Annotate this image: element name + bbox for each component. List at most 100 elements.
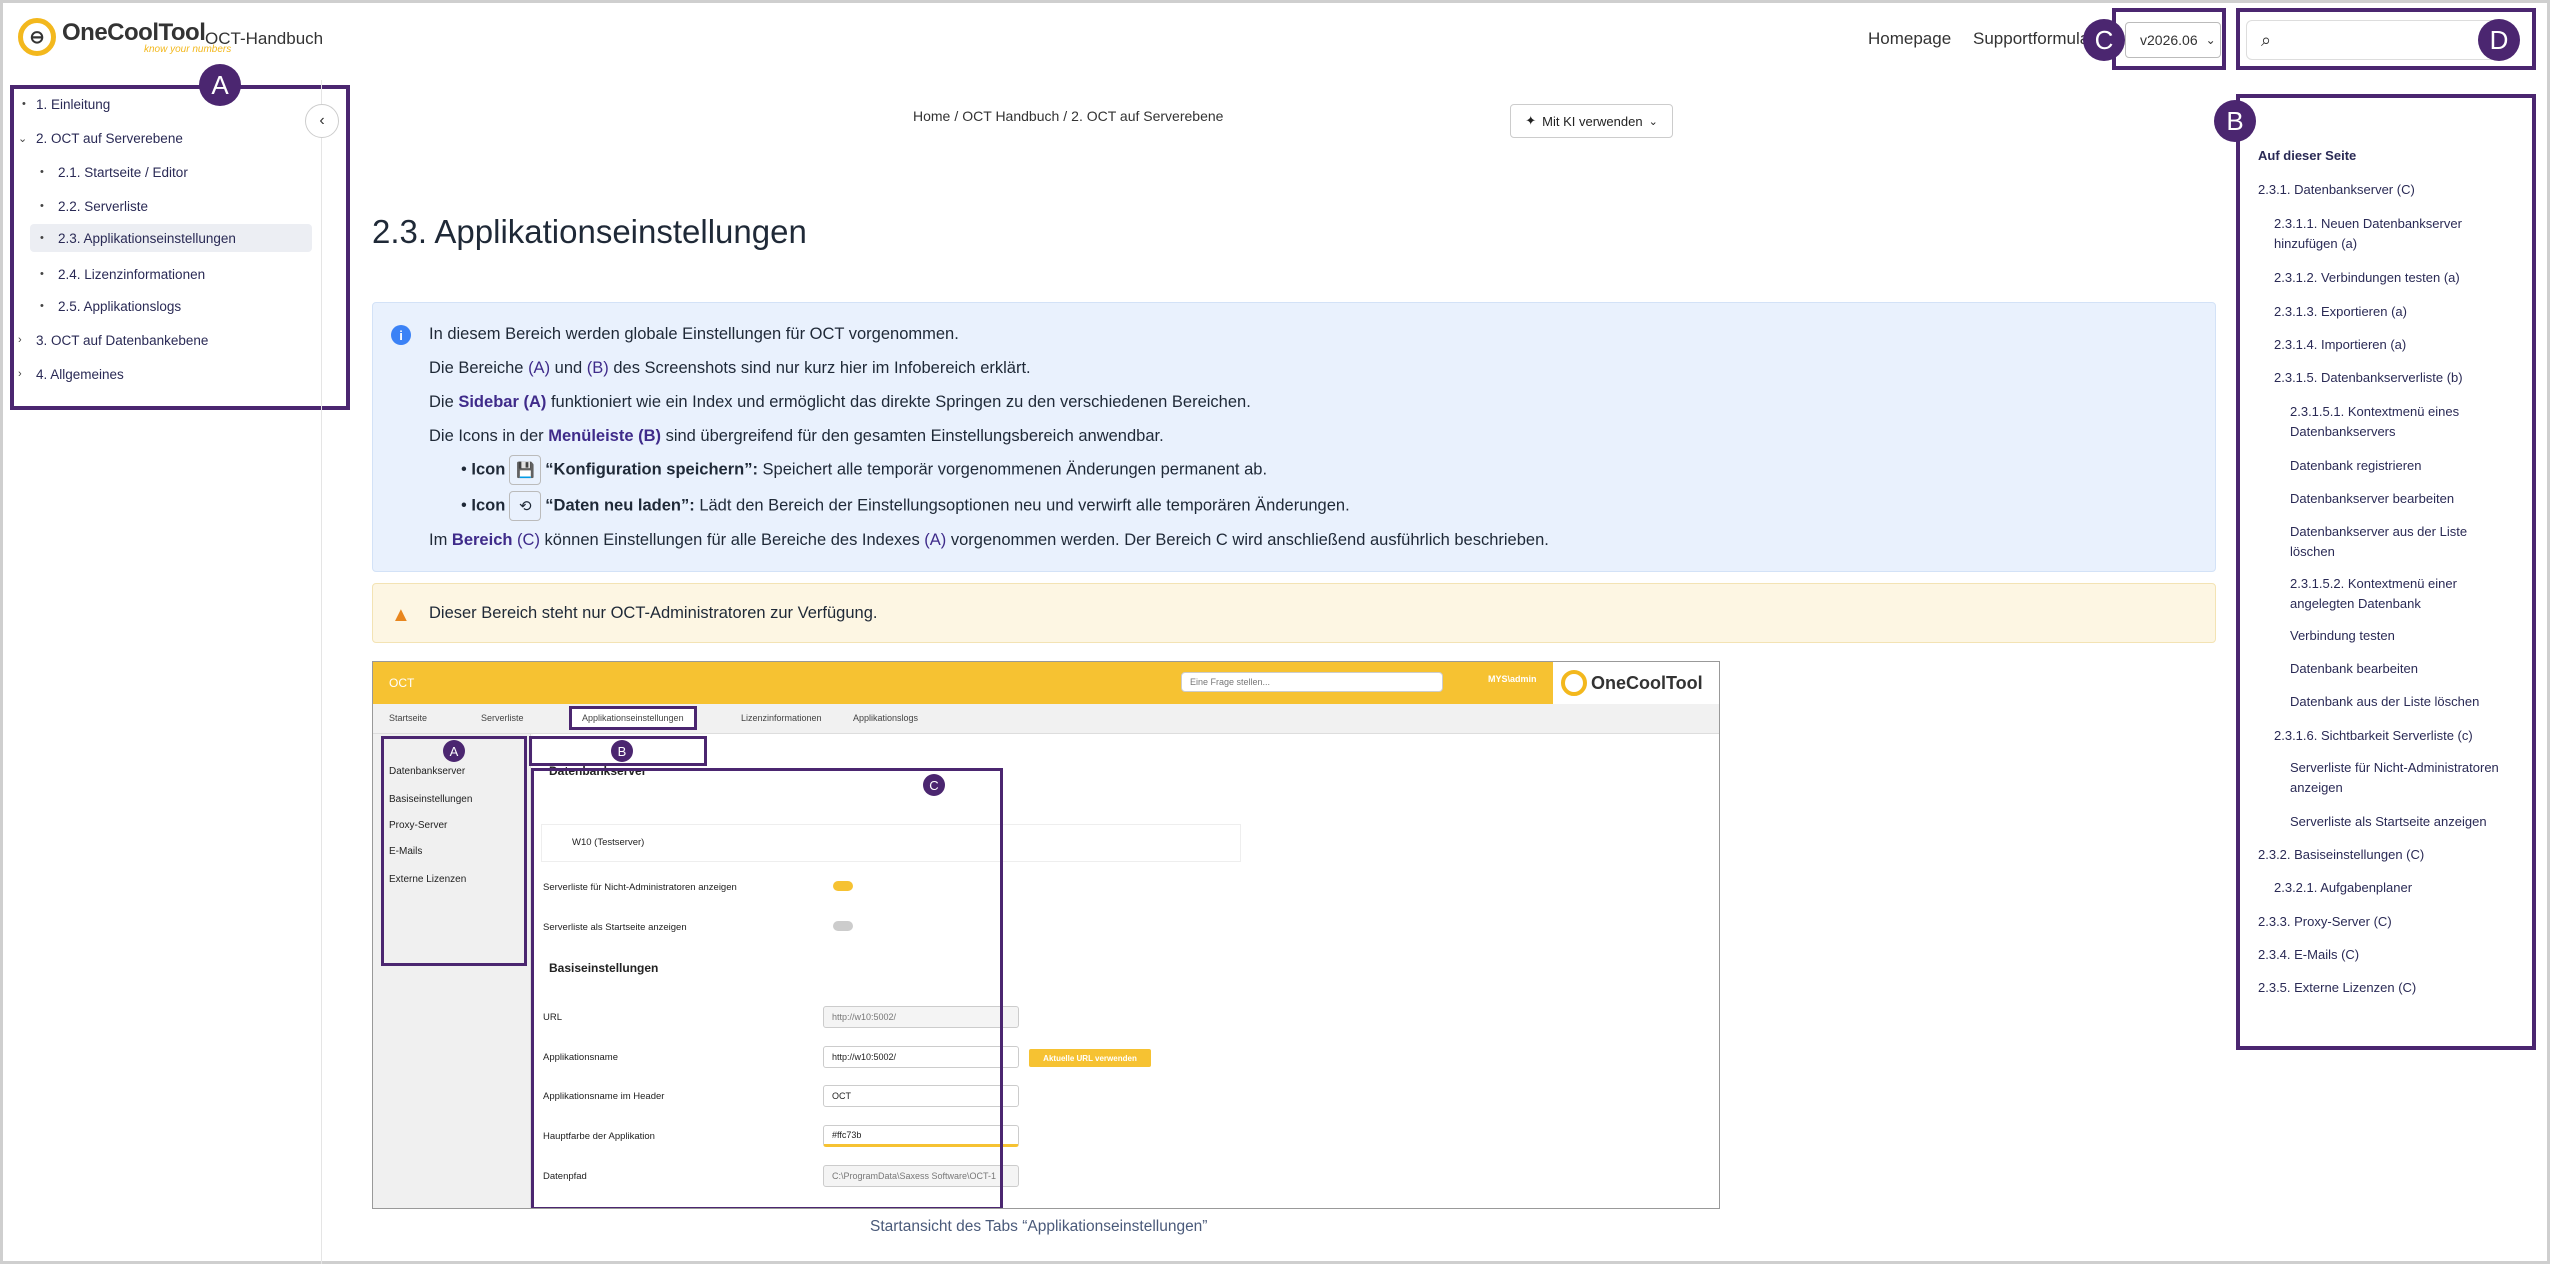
sidebar-item-allgemeines[interactable]: › 4. Allgemeines [18, 364, 124, 384]
sparkle-icon: ✦ [1525, 113, 1537, 128]
shot-badge-a: A [443, 740, 465, 762]
toc-item[interactable]: 2.3.1. Datenbankserver (C) [2258, 180, 2415, 200]
info-bullet: • Icon 💾 “Konfiguration speichern”: Speich… [461, 455, 1267, 485]
toc-item[interactable]: 2.3.1.2. Verbindungen testen (a) [2274, 268, 2460, 288]
breadcrumb-serverebene[interactable]: 2. OCT auf Serverebene [1071, 108, 1223, 124]
shot-annotation-a [381, 736, 527, 966]
logo[interactable]: ⊖ OneCoolTool know your numbers [18, 18, 231, 56]
bullet-icon: • [40, 166, 44, 178]
annotation-box-c [2112, 8, 2226, 70]
sidebar-item-label: 3. OCT auf Datenbankebene [36, 332, 209, 348]
toc-item[interactable]: 2.3.5. Externe Lizenzen (C) [2258, 978, 2416, 998]
toc-item[interactable]: 2.3.2. Basiseinstellungen (C) [2258, 845, 2424, 865]
bullet-icon: • [40, 268, 44, 280]
bullet-icon: • [40, 232, 44, 244]
shot-badge-c: C [923, 774, 945, 796]
ki-button-label: Mit KI verwenden [1542, 113, 1643, 129]
chevron-right-icon: › [18, 334, 22, 346]
sidebar-item-applikationslogs[interactable]: • 2.5. Applikationslogs [40, 296, 181, 316]
toc-item[interactable]: Datenbankserver bearbeiten [2290, 489, 2454, 509]
sidebar-item-label: 2. OCT auf Serverebene [36, 130, 183, 146]
toc-item[interactable]: 2.3.1.4. Importieren (a) [2274, 335, 2406, 355]
warning-box: ▲ Dieser Bereich steht nur OCT-Administr… [372, 583, 2216, 643]
table-of-contents: Auf dieser Seite 2.3.1. Datenbankserver … [2238, 94, 2534, 1046]
toc-item[interactable]: Datenbankserver aus der Liste löschen [2290, 522, 2500, 562]
nav-supportformular[interactable]: Supportformula [1973, 29, 2089, 49]
bullet-icon: • [40, 300, 44, 312]
breadcrumb: Home / OCT Handbuch/2. OCT auf Serverebene [913, 108, 1224, 124]
shot-app-bar: OCT Eine Frage stellen... MYS\admin OneC… [373, 662, 1719, 704]
toc-item[interactable]: Datenbank registrieren [2290, 456, 2422, 476]
sidebar-item-datenbankebene[interactable]: › 3. OCT auf Datenbankebene [18, 330, 208, 350]
sidebar-item-startseite[interactable]: • 2.1. Startseite / Editor [40, 162, 188, 182]
toc-item[interactable]: 2.3.1.3. Exportieren (a) [2274, 302, 2407, 322]
sidebar [0, 80, 322, 1264]
info-box: i In diesem Bereich werden globale Einst… [372, 302, 2216, 572]
chevron-down-icon: ⌄ [1648, 115, 1658, 128]
annotation-badge-d: D [2478, 19, 2520, 61]
sidebar-item-lizenzinformationen[interactable]: • 2.4. Lizenzinformationen [40, 264, 205, 284]
toc-title: Auf dieser Seite [2258, 148, 2357, 163]
shot-button: Aktuelle URL verwenden [1029, 1049, 1151, 1067]
info-bullet: • Icon ⟲ “Daten neu laden”: Lädt den Berei… [461, 491, 1350, 521]
embedded-screenshot: OCT Eine Frage stellen... MYS\admin OneC… [372, 661, 1720, 1209]
toc-item[interactable]: Serverliste als Startseite anzeigen [2290, 812, 2487, 832]
toc-item[interactable]: 2.3.1.5.2. Kontextmenü einer angelegten … [2290, 574, 2510, 614]
bullet-icon: • [40, 200, 44, 212]
breadcrumb-handbuch[interactable]: OCT Handbuch [962, 108, 1059, 124]
toc-item[interactable]: 2.3.1.1. Neuen Datenbankserver hinzufüge… [2274, 214, 2514, 254]
ki-button[interactable]: ✦ Mit KI verwenden ⌄ [1510, 104, 1673, 138]
info-text: Im Bereich (C) können Einstellungen für … [429, 531, 1549, 549]
shot-search: Eine Frage stellen... [1181, 672, 1443, 692]
sidebar-item-label: 2.2. Serverliste [58, 198, 149, 214]
annotation-badge-c: C [2083, 19, 2125, 61]
toc-item[interactable]: 2.3.1.5. Datenbankserverliste (b) [2274, 368, 2463, 388]
toc-item[interactable]: Serverliste für Nicht-Administratoren an… [2290, 758, 2510, 798]
sidebar-item-label: 1. Einleitung [36, 96, 111, 112]
sidebar-item-label: 2.3. Applikationseinstellungen [58, 230, 236, 246]
shot-badge-b: B [611, 740, 633, 762]
logo-icon: ⊖ [18, 18, 56, 56]
info-text: Die Sidebar (A) funktioniert wie ein Ind… [429, 393, 1251, 411]
shot-tab: Serverliste [481, 713, 524, 723]
sidebar-item-label: 2.4. Lizenzinformationen [58, 266, 206, 282]
toc-item[interactable]: Datenbank aus der Liste löschen [2290, 692, 2479, 712]
sidebar-item-label: 2.1. Startseite / Editor [58, 164, 188, 180]
sidebar-item-serverebene[interactable]: ⌄ 2. OCT auf Serverebene [18, 128, 183, 148]
info-icon: i [391, 325, 411, 345]
nav-homepage[interactable]: Homepage [1868, 29, 1951, 49]
chevron-left-icon: ‹ [319, 112, 325, 129]
shot-tab: Lizenzinformationen [741, 713, 822, 723]
sidebar-item-serverliste[interactable]: • 2.2. Serverliste [40, 196, 148, 216]
shot-tab: Startseite [389, 713, 428, 723]
sidebar-item-label: 2.5. Applikationslogs [58, 298, 182, 314]
info-text: Die Bereiche (A) und (B) des Screenshots… [429, 359, 1031, 377]
warning-icon: ▲ [391, 604, 411, 626]
reload-icon: ⟲ [509, 491, 542, 521]
shot-logo: OneCoolTool [1553, 662, 1719, 704]
toc-item[interactable]: 2.3.3. Proxy-Server (C) [2258, 912, 2392, 932]
shot-user: MYS\admin [1488, 674, 1537, 684]
shot-annotation-c [531, 768, 1003, 1208]
collapse-sidebar-button[interactable]: ‹ [305, 104, 339, 138]
bullet-icon: • [22, 98, 26, 110]
toc-item[interactable]: 2.3.1.6. Sichtbarkeit Serverliste (c) [2274, 726, 2473, 746]
site-title[interactable]: OCT-Handbuch [205, 29, 323, 49]
info-text: Die Icons in der Menüleiste (B) sind übe… [429, 427, 1164, 445]
toc-item[interactable]: Verbindung testen [2290, 626, 2395, 646]
toc-item[interactable]: Datenbank bearbeiten [2290, 659, 2418, 679]
toc-item[interactable]: 2.3.1.5.1. Kontextmenü eines Datenbankse… [2290, 402, 2510, 442]
sidebar-item-label: 4. Allgemeines [36, 366, 124, 382]
shot-tab-active: Applikationseinstellungen [569, 706, 697, 730]
page-title: 2.3. Applikationseinstellungen [372, 213, 807, 250]
chevron-down-icon: ⌄ [18, 132, 28, 145]
shot-tab: Applikationslogs [853, 713, 919, 723]
sidebar-item-einleitung[interactable]: • 1. Einleitung [22, 94, 110, 114]
breadcrumb-home[interactable]: Home [913, 108, 950, 124]
save-icon: 💾 [509, 455, 542, 485]
sidebar-item-applikationseinstellungen[interactable]: • 2.3. Applikationseinstellungen [30, 224, 312, 252]
info-text: In diesem Bereich werden globale Einstel… [429, 325, 959, 343]
toc-item[interactable]: 2.3.4. E-Mails (C) [2258, 945, 2359, 965]
toc-item[interactable]: 2.3.2.1. Aufgabenplaner [2274, 878, 2412, 898]
chevron-right-icon: › [18, 368, 22, 380]
